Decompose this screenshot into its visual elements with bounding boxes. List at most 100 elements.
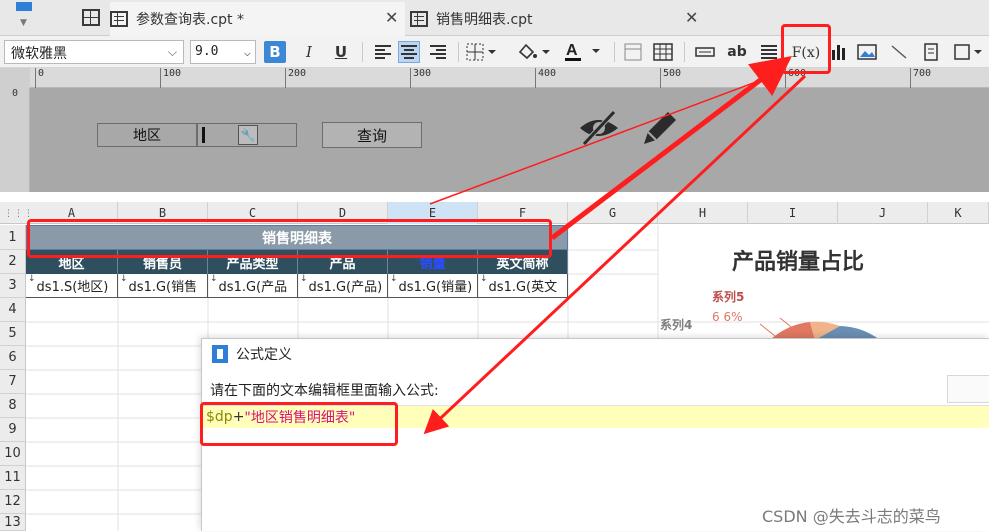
ruler-corner: [0, 68, 30, 88]
formula-button[interactable]: F(x): [786, 40, 826, 66]
row-header[interactable]: 8: [0, 394, 26, 418]
column-header[interactable]: J: [838, 202, 928, 224]
row-header[interactable]: 10: [0, 442, 26, 466]
chart-button[interactable]: [828, 41, 850, 63]
chevron-down-icon: ⌵: [167, 45, 177, 59]
row-header[interactable]: 3: [0, 274, 26, 298]
frame-icon: [954, 44, 982, 60]
paragraph-button[interactable]: [758, 41, 780, 63]
tab-label: 参数查询表.cpt *: [136, 12, 244, 28]
close-icon[interactable]: ✕: [385, 8, 398, 27]
bar-chart-icon: [832, 45, 845, 60]
font-color-button[interactable]: A: [564, 41, 604, 63]
data-cell[interactable]: ↓ ds1.S(地区): [26, 274, 118, 298]
format-toolbar: 微软雅黑 ⌵ 9.0 ⌵ B I U A ab F(x): [0, 36, 989, 68]
formula-line[interactable]: $dp + "地区销售明细表": [202, 406, 989, 428]
bold-button[interactable]: B: [264, 41, 286, 63]
header-cell[interactable]: 地区: [26, 250, 118, 274]
column-header[interactable]: G: [568, 202, 658, 224]
border-button[interactable]: [466, 41, 496, 63]
fill-color-button[interactable]: [516, 41, 552, 63]
header-cell[interactable]: 销量: [388, 250, 478, 274]
ruler-tick: 200: [285, 68, 306, 88]
tab-sales-detail[interactable]: 销售明细表.cpt ✕: [410, 2, 705, 36]
image-button[interactable]: [856, 41, 878, 63]
header-cell[interactable]: 产品类型: [208, 250, 298, 274]
dialog-titlebar[interactable]: 公式定义: [202, 339, 989, 369]
column-header[interactable]: I: [748, 202, 838, 224]
column-header[interactable]: C: [208, 202, 298, 224]
row-header[interactable]: 2: [0, 250, 26, 274]
region-input[interactable]: 🔧: [197, 123, 297, 147]
row-header[interactable]: 13: [0, 514, 26, 531]
region-label: 地区: [97, 123, 197, 147]
pencil-icon[interactable]: [638, 106, 678, 150]
query-button[interactable]: 查询: [322, 122, 422, 148]
column-header[interactable]: F: [478, 202, 568, 224]
font-family-value: 微软雅黑: [11, 46, 67, 62]
font-size-select[interactable]: 9.0 ⌵: [190, 40, 256, 64]
data-cell[interactable]: ↓ ds1.G(产品): [298, 274, 388, 298]
align-right-button[interactable]: [427, 41, 449, 63]
slash-button[interactable]: [888, 41, 910, 63]
row-header[interactable]: 5: [0, 322, 26, 346]
align-center-button[interactable]: [398, 41, 420, 63]
frame-button[interactable]: [952, 41, 986, 63]
align-left-button[interactable]: [372, 41, 394, 63]
app-menu-button[interactable]: ▼: [10, 2, 40, 30]
column-header[interactable]: E: [388, 202, 478, 224]
row-header[interactable]: 4: [0, 298, 26, 322]
row-header[interactable]: 7: [0, 370, 26, 394]
data-cell[interactable]: ↓ ds1.G(产品: [208, 274, 298, 298]
leader-line: [759, 323, 776, 337]
data-cell-text: ds1.G(销量): [398, 280, 473, 295]
chart-title: 产品销量占比: [731, 250, 864, 275]
panel-gap: [0, 192, 989, 202]
data-cell-text: ds1.G(英文: [488, 280, 558, 295]
page-button[interactable]: [920, 41, 942, 63]
italic-button[interactable]: I: [298, 41, 320, 63]
expand-arrow-icon: ↓: [390, 274, 398, 284]
header-cell[interactable]: 销售员: [118, 250, 208, 274]
pie-label: 6 6%: [712, 310, 743, 324]
row-header[interactable]: 12: [0, 490, 26, 514]
header-cell[interactable]: 英文简称: [478, 250, 568, 274]
pie-chart[interactable]: [740, 300, 890, 340]
column-headers: ⋮⋮⋮ A B C D E F G H I J K: [0, 202, 989, 224]
data-cell-text: ds1.G(销售: [128, 280, 198, 295]
expand-arrow-icon: ↓: [120, 274, 128, 284]
row-header[interactable]: 11: [0, 466, 26, 490]
row-header[interactable]: 1: [0, 225, 26, 250]
font-family-select[interactable]: 微软雅黑 ⌵: [4, 40, 184, 64]
function-search-box[interactable]: [947, 375, 989, 403]
row-header[interactable]: 9: [0, 418, 26, 442]
freeze-button[interactable]: [622, 41, 644, 63]
text-field-icon: [695, 47, 715, 57]
header-cell[interactable]: 产品: [298, 250, 388, 274]
new-grid-icon[interactable]: [82, 9, 100, 26]
column-header[interactable]: H: [658, 202, 748, 224]
report-icon: [410, 11, 428, 27]
text-label-button[interactable]: ab: [726, 41, 748, 63]
data-cell[interactable]: ↓ ds1.G(英文: [478, 274, 568, 298]
column-header[interactable]: K: [928, 202, 989, 224]
column-header[interactable]: D: [298, 202, 388, 224]
row-header[interactable]: 6: [0, 346, 26, 370]
text-field-button[interactable]: [694, 41, 716, 63]
data-cell[interactable]: ↓ ds1.G(销量): [388, 274, 478, 298]
data-cell[interactable]: ↓ ds1.G(销售: [118, 274, 208, 298]
report-title-cell[interactable]: 销售明细表: [26, 225, 568, 250]
app-logo-icon: [16, 2, 32, 11]
close-icon[interactable]: ✕: [685, 8, 698, 27]
pie-label: 系列4: [660, 318, 693, 332]
tab-bar: ▼ 参数查询表.cpt * ✕ 销售明细表.cpt ✕: [0, 0, 989, 36]
insert-table-button[interactable]: [652, 41, 674, 63]
ruler-tick: 0: [12, 88, 19, 99]
wrench-icon[interactable]: 🔧: [238, 125, 258, 145]
column-header[interactable]: A: [26, 202, 118, 224]
hide-eye-icon[interactable]: [576, 108, 626, 148]
column-header[interactable]: B: [118, 202, 208, 224]
tab-parameter-query[interactable]: 参数查询表.cpt * ✕: [110, 2, 405, 36]
underline-button[interactable]: U: [330, 41, 352, 63]
paint-bucket-icon: [518, 43, 550, 60]
